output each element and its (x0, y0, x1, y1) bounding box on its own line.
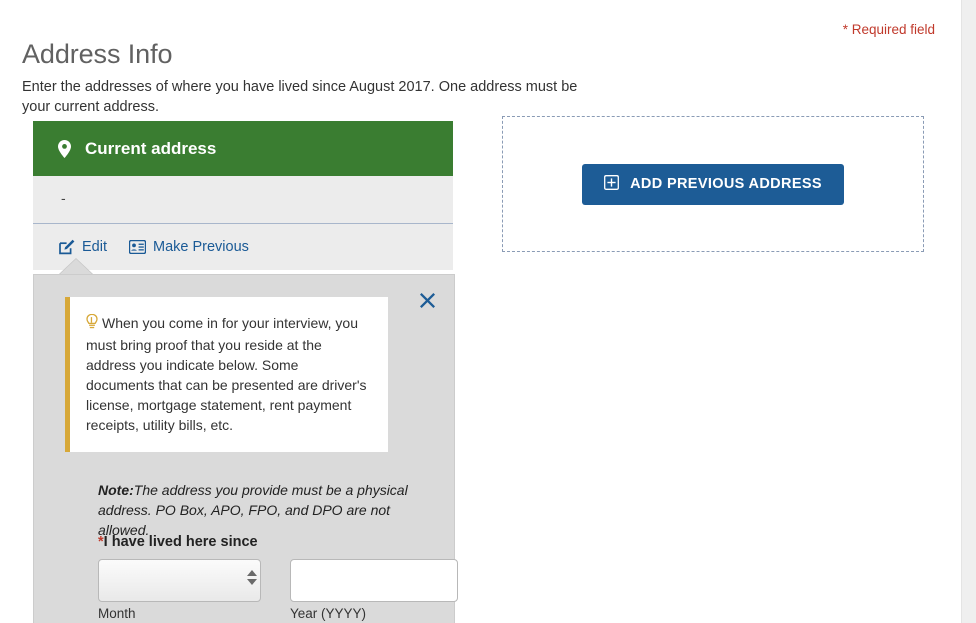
required-field-note: * Required field (842, 22, 935, 37)
lived-here-since-label: *I have lived here since (98, 534, 258, 550)
edit-address-popover: When you come in for your interview, you… (33, 274, 458, 623)
current-address-card-actions: Edit Make Previous (33, 224, 453, 270)
month-sub-label: Month (98, 606, 136, 621)
page-root: * Required field Address Info Enter the … (0, 0, 976, 623)
add-previous-address-button[interactable]: ADD PREVIOUS ADDRESS (582, 163, 844, 205)
lived-here-since-text: I have lived here since (103, 534, 258, 550)
close-x-icon[interactable] (416, 289, 438, 311)
year-sub-label: Year (YYYY) (290, 606, 367, 621)
map-marker-icon (53, 139, 75, 158)
page-title: Address Info (22, 39, 173, 70)
physical-address-note: Note:The address you provide must be a p… (98, 480, 438, 540)
current-address-card-header: Current address (33, 121, 453, 176)
note-label: Note: (98, 482, 134, 498)
current-address-card-title: Current address (85, 138, 217, 158)
make-previous-link[interactable]: Make Previous (129, 239, 249, 255)
address-card-icon (129, 240, 146, 254)
page-description: Enter the addresses of where you have li… (22, 78, 578, 115)
month-select[interactable]: JanuaryFebruaryMarchAprilMayJuneJulyAugu… (98, 559, 261, 602)
tip-text: When you come in for your interview, you… (86, 315, 367, 433)
page-scroll-gutter[interactable] (961, 0, 976, 623)
note-text: The address you provide must be a physic… (98, 482, 408, 538)
year-input[interactable] (290, 559, 458, 602)
current-address-card: Current address - Edit Make Previous (33, 121, 453, 270)
popover-caret (59, 259, 93, 275)
add-previous-address-label: ADD PREVIOUS ADDRESS (630, 176, 822, 192)
pencil-square-icon (59, 239, 75, 255)
edit-address-label: Edit (82, 239, 107, 255)
tip-callout: When you come in for your interview, you… (65, 297, 388, 452)
lightbulb-icon (86, 313, 98, 335)
plus-square-icon (604, 174, 620, 194)
make-previous-label: Make Previous (153, 239, 249, 255)
edit-address-link[interactable]: Edit (59, 239, 107, 255)
current-address-value: - (33, 176, 453, 224)
page-content: * Required field Address Info Enter the … (0, 0, 961, 623)
add-previous-address-dropzone: ADD PREVIOUS ADDRESS (502, 116, 924, 252)
